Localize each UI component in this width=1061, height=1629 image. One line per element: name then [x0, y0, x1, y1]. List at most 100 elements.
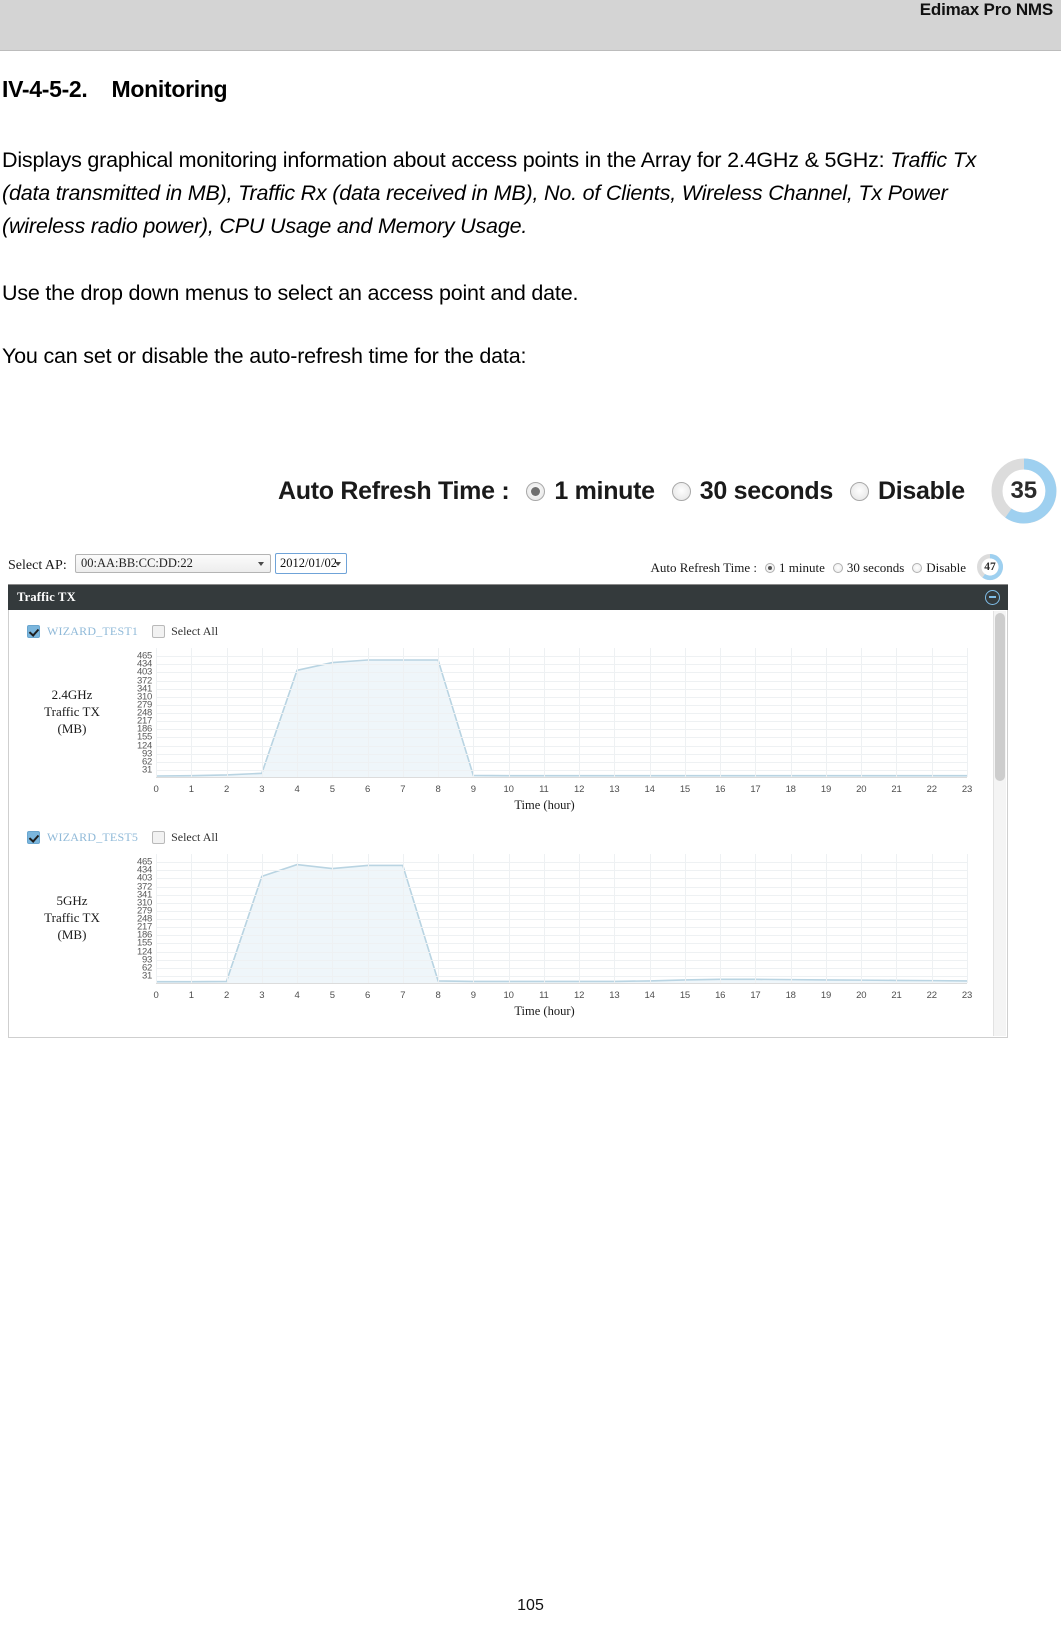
- chart-5g-y-axis-title-line3: (MB): [57, 927, 87, 942]
- x-tick-label: 20: [856, 784, 867, 795]
- screenshot-option-disable-label: Disable: [926, 560, 966, 575]
- page-number: 105: [517, 1597, 544, 1614]
- x-tick-label: 1: [188, 990, 194, 1001]
- radio-30-seconds-icon[interactable]: [832, 563, 843, 573]
- x-tick-label: 14: [644, 784, 655, 795]
- grid-line-vertical: [332, 648, 334, 777]
- x-tick-label: 18: [785, 784, 796, 795]
- chart-2g-y-axis-title-line1: 2.4GHz: [51, 687, 93, 702]
- x-tick-label: 9: [470, 784, 476, 795]
- screenshot-toolbar: Select AP: 00:AA:BB:CC:DD:22 2012/01/02 …: [8, 548, 1008, 582]
- grid-line-horizontal: [156, 729, 967, 731]
- x-tick-label: 17: [750, 990, 761, 1001]
- x-tick-label: 5: [329, 784, 335, 795]
- y-tick-label: 31: [142, 970, 152, 982]
- grid-line-horizontal: [156, 753, 967, 755]
- series-area-fill: [156, 660, 967, 777]
- series-checkbox-wizard-test1[interactable]: [27, 624, 40, 638]
- grid-line-horizontal: [156, 696, 967, 698]
- grid-line-vertical: [720, 854, 722, 983]
- page-header-band: Edimax Pro NMS: [0, 0, 1061, 51]
- screenshot-option-1-minute[interactable]: 1 minute: [765, 560, 825, 576]
- select-all-checkbox-2g[interactable]: [152, 624, 166, 638]
- grid-line-vertical: [508, 648, 510, 777]
- section-number: IV-4-5-2.: [2, 76, 88, 102]
- screenshot-option-disable[interactable]: Disable: [912, 560, 966, 576]
- auto-refresh-callout: Auto Refresh Time : 1 minute 30 seconds …: [278, 455, 1057, 527]
- grid-line-horizontal: [156, 878, 967, 880]
- select-all-label-5g: Select All: [171, 829, 219, 844]
- chart-5g-y-axis-title: 5GHz Traffic TX (MB): [27, 892, 117, 943]
- series-label-wizard-test5: WIZARD_TEST5: [47, 829, 139, 844]
- grid-line-vertical: [261, 648, 263, 777]
- x-tick-label: 7: [400, 990, 406, 1001]
- x-tick-label: 6: [365, 784, 371, 795]
- x-tick-label: 10: [503, 784, 514, 795]
- panel-scrollbar[interactable]: [993, 611, 1006, 1036]
- traffic-tx-panel-title: Traffic TX: [17, 590, 76, 604]
- grid-line-vertical: [226, 854, 228, 983]
- auto-refresh-option-30-seconds[interactable]: 30 seconds: [671, 477, 833, 506]
- select-ap-value: 00:AA:BB:CC:DD:22: [81, 556, 193, 570]
- chart-2g-y-axis-title-line2: Traffic TX: [44, 704, 100, 719]
- x-tick-label: 17: [750, 784, 761, 795]
- x-tick-label: 16: [715, 784, 726, 795]
- chart-2g-x-ticks: 0 1 2 3 4 5 6 7 8 9 10 11 12 13 14 15 16 17 18 19 20 21 22 23: [153, 784, 972, 798]
- grid-line-vertical: [156, 854, 157, 983]
- x-tick-label: 22: [926, 990, 937, 1001]
- x-tick-label: 3: [259, 784, 265, 795]
- grid-line-vertical: [931, 854, 933, 983]
- grid-line-vertical: [297, 854, 299, 983]
- select-date-dropdown[interactable]: 2012/01/02: [275, 553, 347, 574]
- panel-scrollbar-thumb[interactable]: [995, 613, 1005, 781]
- grid-line-horizontal: [156, 713, 967, 714]
- grid-line-horizontal: [156, 959, 967, 961]
- grid-line-horizontal: [156, 721, 967, 723]
- intro-paragraph-plain: Displays graphical monitoring informatio…: [2, 148, 891, 172]
- screenshot-auto-refresh-group: Auto Refresh Time : 1 minute 30 seconds …: [650, 554, 1004, 581]
- chart-5g-x-ticks: 0 1 2 3 4 5 6 7 8 9 10 11 12 13 14 15 16 17 18 19 20 21 22 23: [153, 990, 972, 1004]
- x-tick-label: 4: [294, 990, 300, 1001]
- radio-30-seconds-icon[interactable]: [671, 481, 691, 501]
- x-tick-label: 18: [785, 990, 796, 1001]
- grid-line-horizontal: [156, 745, 967, 747]
- x-tick-label: 19: [820, 990, 832, 1001]
- grid-line-vertical: [825, 648, 827, 777]
- auto-refresh-option-disable[interactable]: Disable: [849, 477, 965, 506]
- radio-disable-icon[interactable]: [849, 481, 869, 501]
- series-area-fill: [156, 864, 967, 983]
- grid-line-horizontal: [156, 935, 967, 937]
- document-body: IV-4-5-2. Monitoring Displays graphical m…: [0, 52, 1061, 373]
- grid-line-vertical: [367, 854, 369, 983]
- chevron-down-icon: [335, 562, 341, 566]
- chart-5g-grid: [156, 854, 968, 984]
- chevron-down-icon: [258, 562, 264, 566]
- grid-line-vertical: [438, 648, 440, 777]
- radio-1-minute-icon[interactable]: [526, 481, 546, 501]
- auto-refresh-option-1-minute-label: 1 minute: [554, 476, 655, 505]
- grid-line-vertical: [191, 648, 193, 777]
- x-tick-label: 21: [891, 784, 902, 795]
- radio-1-minute-icon[interactable]: [765, 563, 775, 573]
- chart-traffic-tx-5g: 5GHz Traffic TX (MB) 465 434 403 372 341 310 2…: [9, 848, 984, 1024]
- select-all-checkbox-5g[interactable]: [152, 830, 166, 844]
- chart-5g-y-axis-title-line2: Traffic TX: [44, 910, 100, 925]
- chart-2g-y-axis-title-line3: (MB): [57, 721, 87, 736]
- series-checkbox-wizard-test5[interactable]: [27, 830, 40, 844]
- series-row-5g: WIZARD_TEST5 Select All: [9, 826, 1007, 848]
- grid-line-horizontal: [156, 870, 967, 872]
- grid-line-vertical: [156, 648, 157, 777]
- chart-5g-y-ticks: 465 434 403 372 341 310 279 248 217 186 155 124 93 62…: [122, 854, 152, 984]
- grid-line-horizontal: [156, 656, 967, 658]
- x-tick-label: 22: [926, 784, 937, 795]
- screenshot-countdown-value: 47: [984, 561, 996, 573]
- radio-disable-icon[interactable]: [912, 563, 923, 573]
- select-ap-dropdown[interactable]: 00:AA:BB:CC:DD:22: [75, 554, 271, 573]
- auto-refresh-option-1-minute[interactable]: 1 minute: [526, 476, 655, 506]
- screenshot-option-30-seconds[interactable]: 30 seconds: [832, 560, 904, 576]
- autorefresh-instruction-paragraph: You can set or disable the auto-refresh …: [2, 344, 527, 368]
- x-tick-label: 13: [609, 990, 620, 1001]
- section-heading: Monitoring: [111, 76, 228, 102]
- grid-line-vertical: [755, 648, 757, 777]
- circle-minus-icon[interactable]: [985, 590, 1000, 605]
